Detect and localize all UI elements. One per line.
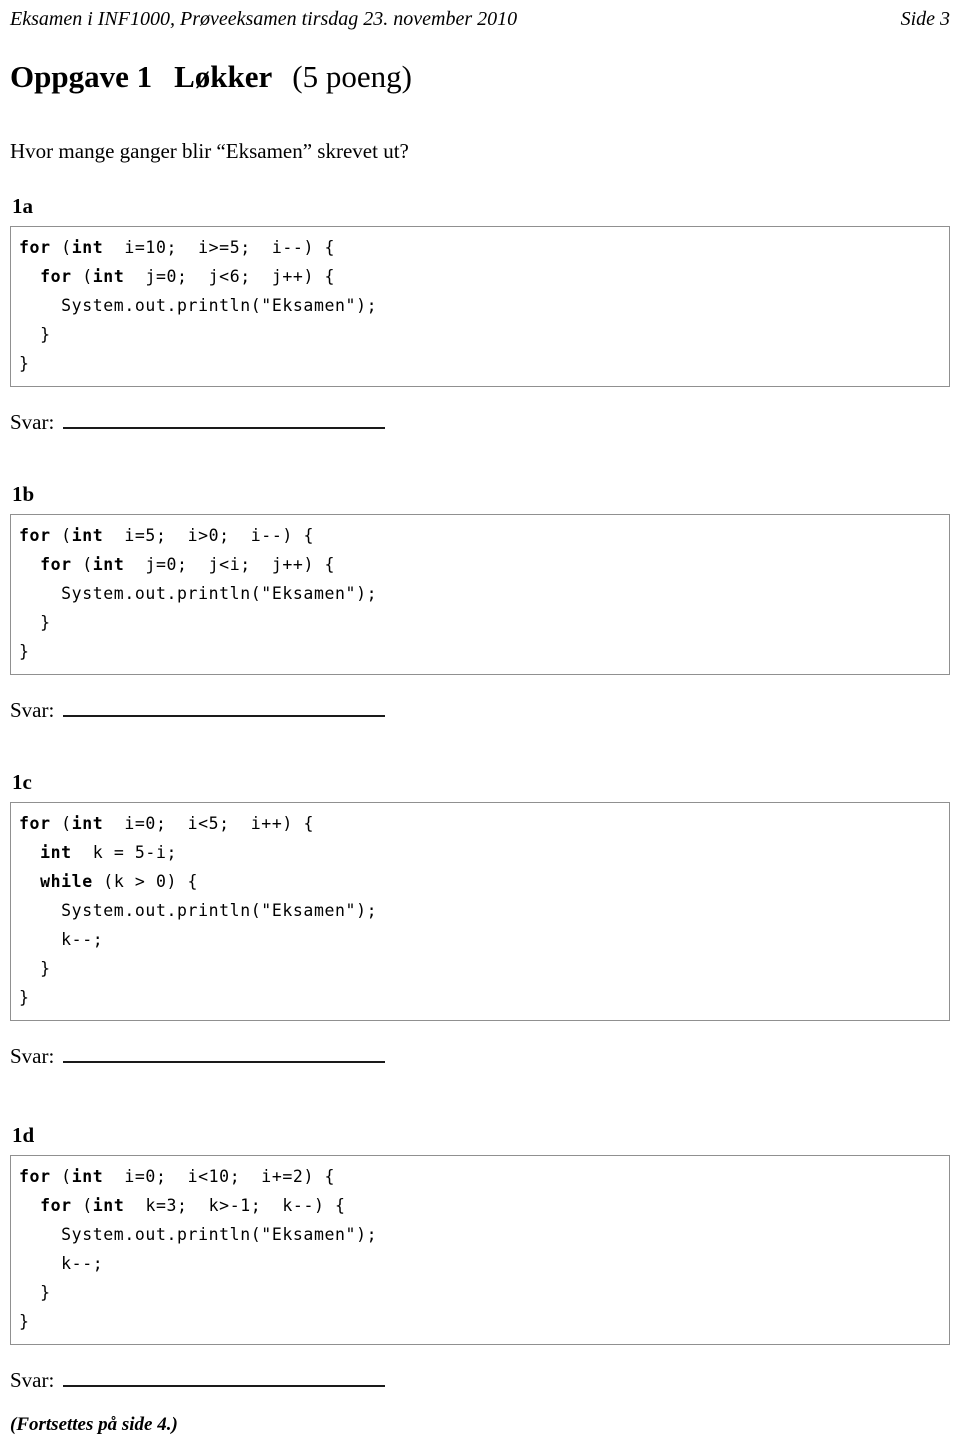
- subtask-1c: 1c for (int i=0; i<5; i++) { int k = 5-i;…: [10, 770, 950, 1069]
- subtask-1d: 1d for (int i=0; i<10; i+=2) { for (int k…: [10, 1123, 950, 1393]
- answer-row: Svar:: [10, 697, 950, 723]
- answer-blank-line[interactable]: [63, 412, 386, 429]
- code-text: for (int i=10; i>=5; i--) { for (int j=0…: [19, 238, 378, 373]
- task-number: Oppgave 1: [10, 59, 153, 94]
- intro-question: Hvor mange ganger blir “Eksamen” skrevet…: [10, 139, 409, 163]
- code-block: for (int i=0; i<10; i+=2) { for (int k=3…: [10, 1155, 950, 1345]
- page-title: Oppgave 1 Løkker (5 poeng): [10, 58, 412, 96]
- answer-label: Svar:: [10, 1368, 55, 1392]
- code-block: for (int i=5; i>0; i--) { for (int j=0; …: [10, 514, 950, 675]
- subtask-label: 1b: [12, 482, 35, 506]
- answer-label: Svar:: [10, 698, 55, 722]
- subtask-label: 1c: [12, 770, 32, 794]
- answer-label: Svar:: [10, 1044, 55, 1068]
- answer-row: Svar:: [10, 1367, 950, 1393]
- code-text: for (int i=0; i<10; i+=2) { for (int k=3…: [19, 1167, 378, 1331]
- code-block: for (int i=0; i<5; i++) { int k = 5-i; w…: [10, 802, 950, 1021]
- subtask-1b: 1b for (int i=5; i>0; i--) { for (int j=0…: [10, 482, 950, 723]
- header-course-line: Eksamen i INF1000, Prøveeksamen tirsdag …: [10, 8, 518, 30]
- subtask-label: 1a: [12, 194, 33, 218]
- running-header: Eksamen i INF1000, Prøveeksamen tirsdag …: [8, 6, 952, 32]
- answer-blank-line[interactable]: [63, 1046, 386, 1063]
- subtask-1a: 1a for (int i=10; i>=5; i--) { for (int j…: [10, 194, 950, 435]
- continuation-note: (Fortsettes på side 4.): [10, 1414, 178, 1435]
- answer-blank-line[interactable]: [63, 700, 386, 717]
- answer-label: Svar:: [10, 410, 55, 434]
- subtask-label: 1d: [12, 1123, 35, 1147]
- answer-row: Svar:: [10, 1043, 950, 1069]
- code-text: for (int i=5; i>0; i--) { for (int j=0; …: [19, 526, 378, 661]
- header-page-number: Side 3: [900, 8, 950, 30]
- answer-row: Svar:: [10, 409, 950, 435]
- answer-blank-line[interactable]: [63, 1370, 386, 1387]
- exam-page: Eksamen i INF1000, Prøveeksamen tirsdag …: [0, 0, 960, 1444]
- task-points: (5 poeng): [292, 59, 412, 94]
- task-topic: Løkker: [174, 59, 273, 94]
- code-text: for (int i=0; i<5; i++) { int k = 5-i; w…: [19, 814, 378, 1007]
- code-block: for (int i=10; i>=5; i--) { for (int j=0…: [10, 226, 950, 387]
